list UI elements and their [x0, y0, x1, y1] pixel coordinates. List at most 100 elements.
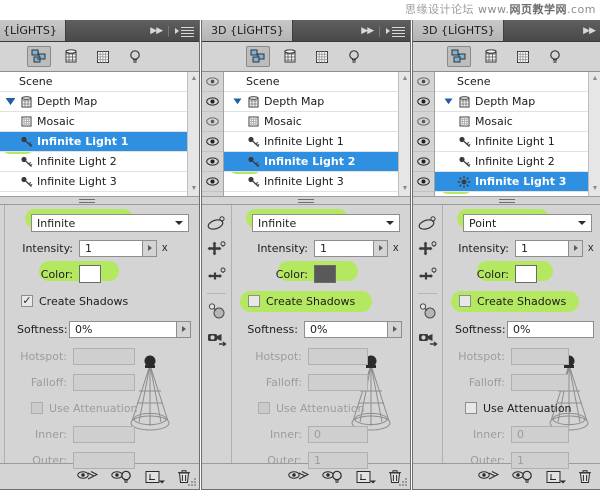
visibility-toggle[interactable]: [202, 72, 223, 92]
scroll-up-arrow-icon[interactable]: ▲: [591, 75, 599, 83]
pan-light-tool-1[interactable]: [0, 237, 4, 263]
scroll-up-arrow-icon[interactable]: ▲: [190, 75, 198, 83]
add-new-light-button-1[interactable]: [145, 470, 165, 484]
scroll-down-arrow-icon[interactable]: ▼: [591, 185, 599, 193]
panel-menu-button-1[interactable]: [175, 25, 194, 37]
filter-meshes-icon-3[interactable]: [479, 46, 503, 67]
color-swatch-2[interactable]: [314, 265, 336, 283]
filter-materials-icon-1[interactable]: [91, 46, 115, 67]
intensity-stepper-2[interactable]: [374, 239, 388, 257]
table-row[interactable]: Mosaic: [435, 112, 588, 132]
add-new-light-button-2[interactable]: [356, 470, 376, 484]
table-row[interactable]: Scene: [0, 72, 187, 92]
table-row[interactable]: Infinite Light 1: [435, 132, 588, 152]
pan-light-tool-2[interactable]: [202, 237, 231, 263]
collapse-to-icons-icon[interactable]: ▶▶: [361, 26, 374, 35]
panel-1-splitter[interactable]: [0, 197, 199, 205]
table-row[interactable]: Infinite Light 3: [224, 172, 398, 192]
panel-menu-button-2[interactable]: [386, 25, 405, 37]
rotate-light-tool-1[interactable]: [0, 211, 4, 237]
add-new-light-button-3[interactable]: [546, 470, 566, 484]
table-row[interactable]: Infinite Light 2: [0, 152, 187, 172]
table-row[interactable]: Infinite Light 2: [435, 152, 588, 172]
panel-3-list-scrollbar[interactable]: ▲ ▼: [588, 72, 600, 196]
table-row[interactable]: Depth Map: [435, 92, 588, 112]
panel-3-splitter[interactable]: [413, 197, 600, 205]
filter-materials-icon-2[interactable]: [310, 46, 334, 67]
twirl-down-icon[interactable]: [230, 98, 244, 105]
table-row[interactable]: Scene: [224, 72, 398, 92]
move-light-to-view-tool-2[interactable]: [202, 324, 231, 350]
use-attenuation-checkbox-3[interactable]: [465, 402, 477, 414]
softness-input-1[interactable]: 0%: [69, 320, 177, 338]
light-type-dropdown-3[interactable]: Point: [463, 214, 592, 232]
light-type-dropdown-1[interactable]: Infinite: [31, 214, 189, 232]
filter-meshes-icon-1[interactable]: [59, 46, 83, 67]
panel-1-scene-list[interactable]: Scene Depth Map Mosaic Infinite Light 1 …: [0, 72, 199, 197]
scroll-down-arrow-icon[interactable]: ▼: [401, 185, 409, 193]
intensity-input-3[interactable]: 1: [515, 239, 569, 257]
rotate-light-tool-3[interactable]: [413, 211, 442, 237]
slide-light-tool-1[interactable]: [0, 263, 4, 289]
create-shadows-checkbox-2[interactable]: [248, 295, 260, 307]
filter-lights-icon-2[interactable]: [342, 46, 366, 67]
visibility-toggle[interactable]: [202, 172, 223, 192]
resize-grip-icon[interactable]: [399, 478, 408, 487]
color-swatch-1[interactable]: [79, 265, 101, 283]
visibility-toggle[interactable]: [413, 132, 434, 152]
toggle-lights-button-1[interactable]: [111, 470, 133, 484]
softness-stepper-2[interactable]: [388, 320, 402, 338]
panel-1-list-scrollbar[interactable]: ▲ ▼: [187, 72, 199, 196]
table-row[interactable]: Infinite Light 3: [0, 172, 187, 192]
table-row[interactable]: Depth Map: [224, 92, 398, 112]
collapse-to-icons-icon[interactable]: ▶▶: [583, 26, 596, 35]
move-light-to-view-tool-1[interactable]: [0, 324, 4, 350]
toggle-ground-plane-button-3[interactable]: [478, 470, 500, 483]
collapse-to-icons-icon[interactable]: ▶▶: [150, 26, 163, 35]
table-row-selected[interactable]: Infinite Light 1: [0, 132, 187, 152]
panel-2-scene-list[interactable]: Scene Depth Map Mosaic Infinite Light 1: [202, 72, 410, 197]
table-row-selected[interactable]: Infinite Light 2: [224, 152, 398, 172]
scroll-down-arrow-icon[interactable]: ▼: [190, 185, 198, 193]
visibility-toggle[interactable]: [202, 152, 223, 172]
table-row-selected[interactable]: Infinite Light 3: [435, 172, 588, 192]
visibility-toggle[interactable]: [413, 72, 434, 92]
table-row[interactable]: Mosaic: [0, 112, 187, 132]
table-row[interactable]: Scene: [435, 72, 588, 92]
twirl-down-icon[interactable]: [3, 98, 17, 105]
point-light-at-origin-tool-1[interactable]: [0, 298, 4, 324]
visibility-toggle[interactable]: [413, 92, 434, 112]
rotate-light-tool-2[interactable]: [202, 211, 231, 237]
create-shadows-checkbox-3[interactable]: [459, 295, 471, 307]
toggle-ground-plane-button-1[interactable]: [77, 470, 99, 483]
intensity-stepper-1[interactable]: [143, 239, 157, 257]
visibility-toggle[interactable]: [413, 152, 434, 172]
toggle-ground-plane-button-2[interactable]: [288, 470, 310, 483]
color-swatch-3[interactable]: [515, 265, 537, 283]
table-row[interactable]: Depth Map: [0, 92, 187, 112]
intensity-input-1[interactable]: 1: [79, 239, 143, 257]
resize-grip-icon[interactable]: [188, 478, 197, 487]
light-type-dropdown-2[interactable]: Infinite: [252, 214, 400, 232]
softness-input-3[interactable]: 0%: [507, 320, 594, 338]
point-light-at-origin-tool-3[interactable]: [413, 298, 442, 324]
filter-lights-icon-1[interactable]: [123, 46, 147, 67]
visibility-toggle[interactable]: [202, 112, 223, 132]
filter-meshes-icon-2[interactable]: [278, 46, 302, 67]
filter-lights-icon-3[interactable]: [543, 46, 567, 67]
toggle-lights-button-2[interactable]: [322, 470, 344, 484]
table-row[interactable]: Mosaic: [224, 112, 398, 132]
twirl-down-icon[interactable]: [441, 98, 455, 105]
point-light-at-origin-tool-2[interactable]: [202, 298, 231, 324]
visibility-toggle[interactable]: [202, 92, 223, 112]
visibility-toggle[interactable]: [413, 112, 434, 132]
toggle-lights-button-3[interactable]: [512, 470, 534, 484]
filter-scene-icon-1[interactable]: [27, 46, 51, 67]
filter-scene-icon-2[interactable]: [246, 46, 270, 67]
softness-input-2[interactable]: 0%: [304, 320, 388, 338]
intensity-stepper-3[interactable]: [569, 239, 583, 257]
visibility-toggle[interactable]: [413, 172, 434, 192]
filter-scene-icon-3[interactable]: [446, 46, 471, 67]
softness-stepper-1[interactable]: [177, 320, 191, 338]
move-light-to-view-tool-3[interactable]: [413, 324, 442, 350]
